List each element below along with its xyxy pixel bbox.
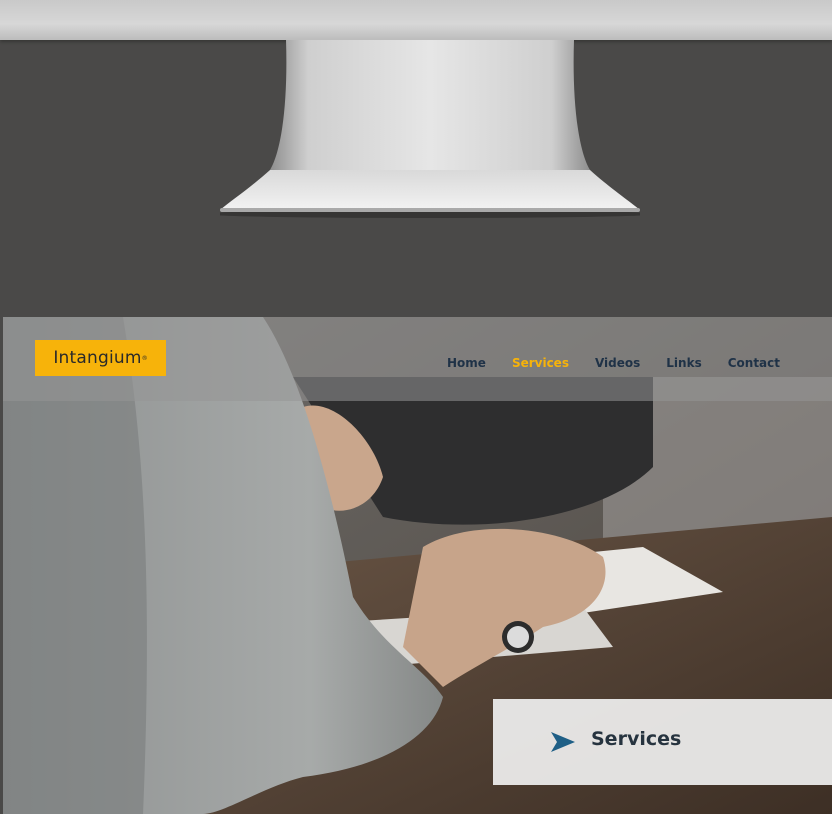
- monitor-stand: [220, 40, 640, 218]
- website-preview: Intangium ® Home Services Videos Links Co…: [3, 317, 832, 814]
- nav-links[interactable]: Links: [666, 356, 701, 370]
- nav-videos[interactable]: Videos: [595, 356, 640, 370]
- logo[interactable]: Intangium ®: [35, 340, 166, 376]
- logo-text: Intangium: [53, 348, 142, 368]
- banner-title: Services: [591, 728, 682, 750]
- monitor-screen-edge: [0, 0, 832, 40]
- logo-registered-mark: ®: [141, 354, 148, 362]
- site-header: Intangium ® Home Services Videos Links Co…: [3, 317, 832, 401]
- main-nav: Home Services Videos Links Contact: [447, 353, 780, 373]
- nav-contact[interactable]: Contact: [728, 356, 780, 370]
- arrow-right-icon: [551, 732, 575, 752]
- services-banner: Services: [493, 699, 832, 785]
- nav-home[interactable]: Home: [447, 356, 486, 370]
- nav-services[interactable]: Services: [512, 356, 569, 370]
